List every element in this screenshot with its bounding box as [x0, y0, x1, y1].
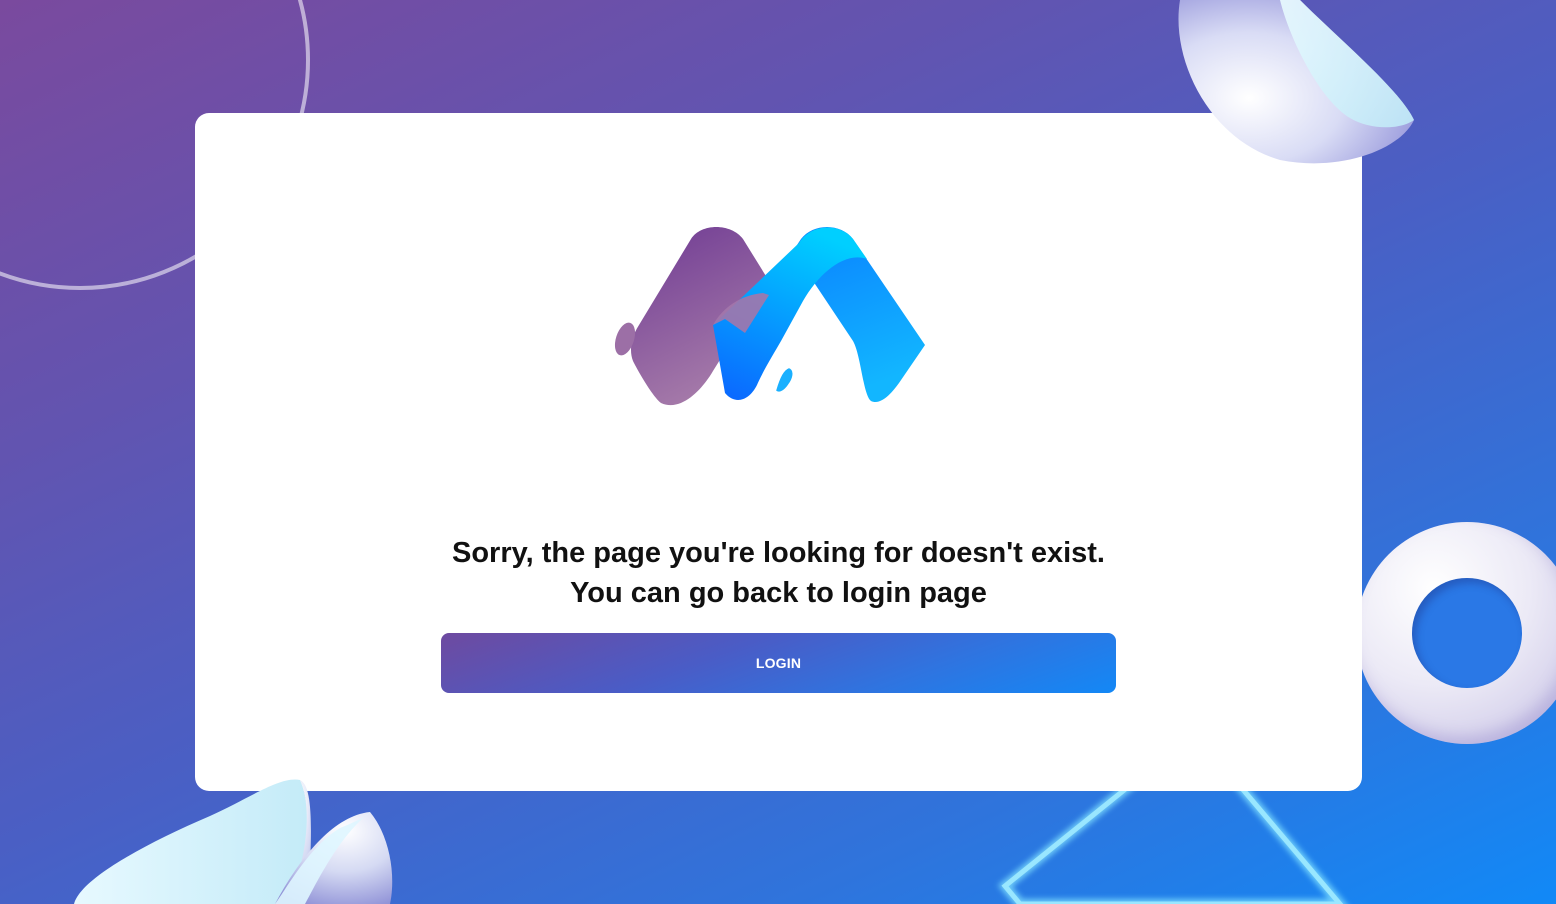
error-message-line-2: You can go back to login page [570, 577, 987, 609]
brand-m-logo-icon [614, 227, 925, 406]
decorative-donut [1356, 522, 1556, 744]
decorative-glass-bowl-bottom-left [74, 779, 393, 904]
decorative-glass-bowl-top-right [1178, 0, 1414, 164]
error-message: Sorry, the page you're looking for doesn… [195, 533, 1362, 613]
login-button[interactable]: LOGIN [441, 633, 1116, 693]
error-card: Sorry, the page you're looking for doesn… [195, 113, 1362, 791]
error-message-line-1: Sorry, the page you're looking for doesn… [452, 537, 1105, 569]
